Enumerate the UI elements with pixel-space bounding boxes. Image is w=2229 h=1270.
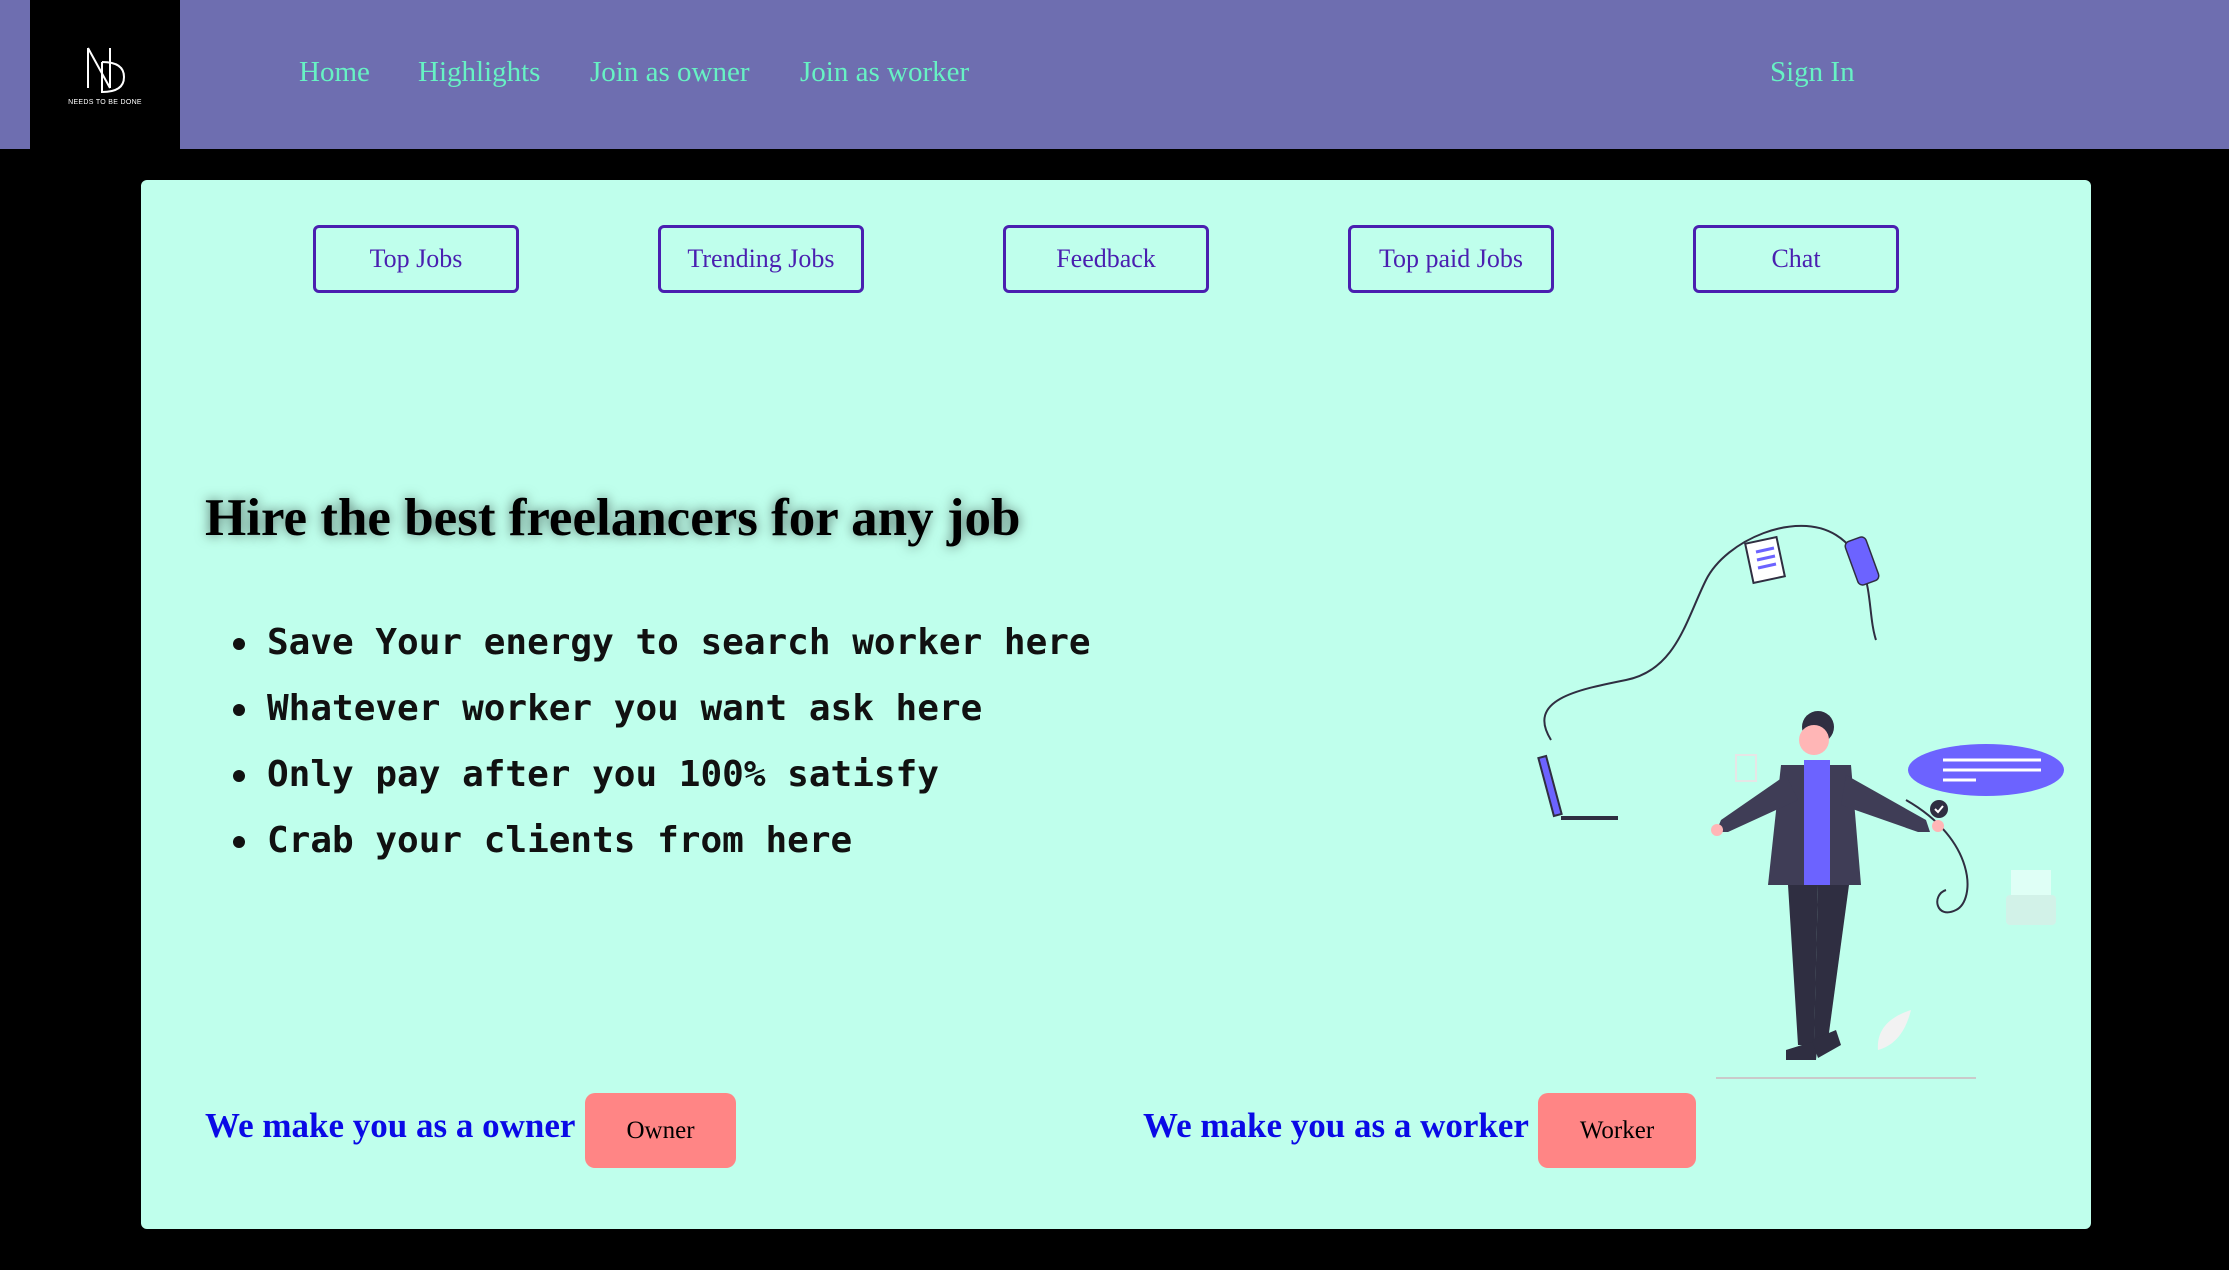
nav-join-worker-link[interactable]: Join as worker — [800, 56, 969, 89]
owner-button[interactable]: Owner — [585, 1093, 736, 1168]
worker-cta-text: We make you as a worker — [1143, 1106, 1529, 1145]
feature-list: Save Your energy to search worker here W… — [229, 610, 1091, 874]
owner-cta-text: We make you as a owner — [205, 1106, 576, 1145]
sign-in-link[interactable]: Sign In — [1770, 56, 1855, 89]
laptop-icon — [1537, 754, 1618, 820]
top-navbar: NEEDS TO BE DONE Home Highlights Join as… — [0, 0, 2229, 149]
feature-item: Crab your clients from here — [229, 808, 1091, 874]
phone-icon — [1844, 536, 1880, 586]
feature-item: Save Your energy to search worker here — [229, 610, 1091, 676]
freelancer-illustration — [1537, 524, 2064, 1079]
logo[interactable]: NEEDS TO BE DONE — [30, 0, 180, 149]
logo-tagline: NEEDS TO BE DONE — [68, 99, 142, 106]
feature-item: Whatever worker you want ask here — [229, 676, 1091, 742]
person-figure — [1711, 711, 1944, 1060]
nd-monogram-icon — [87, 47, 126, 94]
tab-top-paid-jobs[interactable]: Top paid Jobs — [1348, 225, 1554, 293]
worker-button[interactable]: Worker — [1538, 1093, 1696, 1168]
nav-home-link[interactable]: Home — [299, 56, 370, 89]
hero-title: Hire the best freelancers for any job — [205, 489, 1021, 547]
tab-top-jobs[interactable]: Top Jobs — [313, 225, 519, 293]
chat-bubble-icon — [1908, 744, 2064, 818]
nav-join-owner-link[interactable]: Join as owner — [590, 56, 749, 89]
tab-chat[interactable]: Chat — [1693, 225, 1899, 293]
tab-feedback[interactable]: Feedback — [1003, 225, 1209, 293]
tab-trending-jobs[interactable]: Trending Jobs — [658, 225, 864, 293]
document-icon — [1744, 535, 1786, 585]
receipt-icon — [2006, 870, 2056, 925]
hero-card: Top Jobs Trending Jobs Feedback Top paid… — [141, 180, 2091, 1229]
feature-item: Only pay after you 100% satisfy — [229, 742, 1091, 808]
nav-highlights-link[interactable]: Highlights — [418, 56, 540, 89]
